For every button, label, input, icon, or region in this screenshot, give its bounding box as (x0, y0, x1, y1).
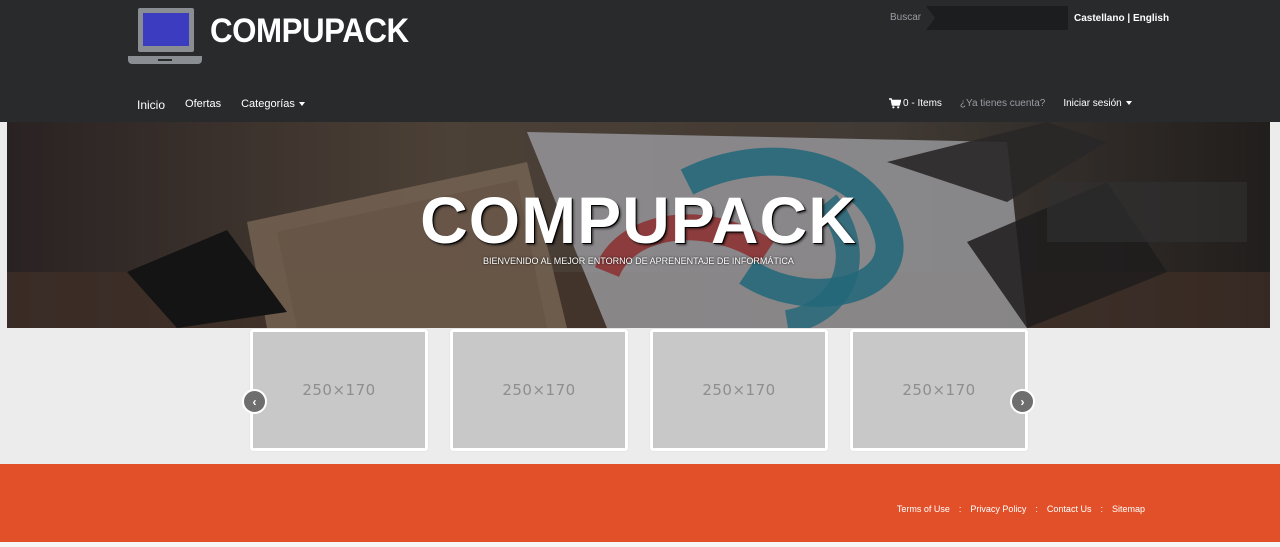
footer-links: Terms of Use : Privacy Policy : Contact … (897, 504, 1145, 514)
carousel-item[interactable]: 250×170 (850, 329, 1028, 451)
nav-home-link[interactable]: Inicio (137, 98, 165, 112)
lang-castellano-link[interactable]: Castellano (1074, 13, 1125, 24)
product-carousel: 250×170 250×170 250×170 250×170 ‹ › (242, 328, 1038, 454)
contact-link[interactable]: Contact Us (1047, 504, 1092, 514)
have-account-link[interactable]: ¿Ya tienes cuenta? (960, 98, 1045, 109)
terms-link[interactable]: Terms of Use (897, 504, 950, 514)
search-label: Buscar (890, 12, 922, 23)
language-switcher: Castellano | English (1074, 13, 1169, 24)
search-input[interactable] (926, 6, 1068, 30)
caret-down-icon (1125, 101, 1132, 106)
cart-icon (889, 98, 901, 109)
login-label: Iniciar sesión (1063, 98, 1122, 109)
hero-title: COMPUPACK (420, 183, 857, 257)
site-header: COMPUPACK Buscar Castellano | English In… (0, 0, 1280, 122)
search-box: Buscar (886, 6, 1068, 30)
caret-down-icon (298, 102, 305, 107)
lang-separator: | (1124, 13, 1133, 24)
footer-separator: : (1035, 504, 1038, 514)
privacy-link[interactable]: Privacy Policy (970, 504, 1026, 514)
user-nav: 0 - Items ¿Ya tienes cuenta? Iniciar ses… (889, 98, 1132, 109)
carousel-item[interactable]: 250×170 (650, 329, 828, 451)
site-footer: Terms of Use : Privacy Policy : Contact … (0, 464, 1280, 542)
lang-english-link[interactable]: English (1133, 13, 1169, 24)
footer-separator: : (1100, 504, 1103, 514)
nav-categories-label: Categorías (241, 98, 295, 110)
cart-count: 0 - Items (903, 98, 942, 109)
nav-offers-link[interactable]: Ofertas (185, 98, 221, 112)
carousel-item[interactable]: 250×170 (250, 329, 428, 451)
sitemap-link[interactable]: Sitemap (1112, 504, 1145, 514)
placeholder-image: 250×170 (253, 332, 425, 448)
login-dropdown[interactable]: Iniciar sesión (1063, 98, 1132, 109)
laptop-icon (138, 8, 194, 52)
cart-link[interactable]: 0 - Items (889, 98, 942, 109)
carousel-next-button[interactable]: › (1010, 389, 1035, 414)
placeholder-image: 250×170 (853, 332, 1025, 448)
main-nav: Inicio Ofertas Categorías (137, 98, 305, 112)
laptop-base (128, 56, 202, 64)
placeholder-image: 250×170 (453, 332, 625, 448)
nav-categories-dropdown[interactable]: Categorías (241, 98, 305, 112)
bottom-strip (0, 542, 1280, 547)
carousel-item[interactable]: 250×170 (450, 329, 628, 451)
hero-banner: COMPUPACK BIENVENIDO AL MEJOR ENTORNO DE… (7, 122, 1270, 328)
hero-subtitle: BIENVENIDO AL MEJOR ENTORNO DE APRENENTA… (483, 256, 794, 266)
footer-separator: : (958, 504, 962, 514)
carousel-prev-button[interactable]: ‹ (242, 389, 267, 414)
site-logo[interactable]: COMPUPACK (128, 6, 409, 68)
logo-text: COMPUPACK (210, 12, 409, 50)
placeholder-image: 250×170 (653, 332, 825, 448)
